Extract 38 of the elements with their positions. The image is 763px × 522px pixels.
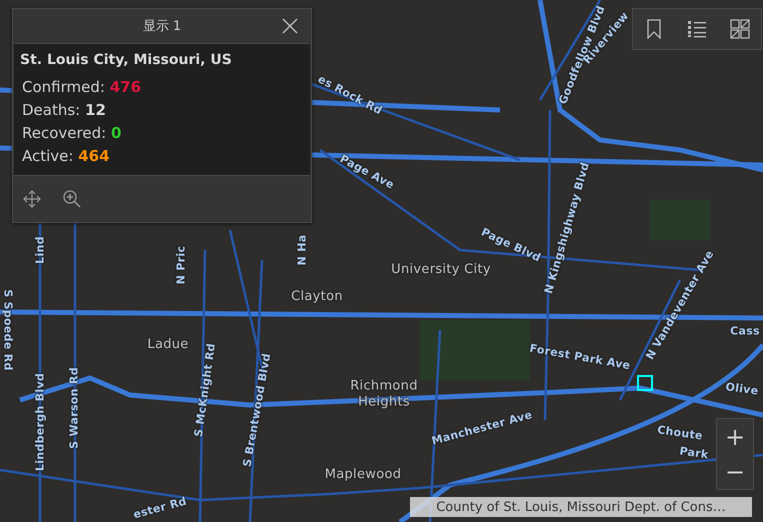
list-icon	[686, 19, 707, 39]
grid-icon	[730, 19, 750, 39]
move-icon	[23, 190, 41, 208]
street-label: Choute	[656, 423, 704, 443]
stat-line: Deaths: 12	[21, 101, 107, 119]
place-label: Maplewood	[324, 467, 402, 483]
street-label: S Spoede Rd	[1, 289, 15, 371]
zoom-in-button[interactable]: +	[717, 419, 753, 454]
legend-button[interactable]	[686, 19, 707, 39]
location-heading: St. Louis City, Missouri, US	[20, 52, 233, 68]
street-label: S Warson Rd	[67, 367, 81, 449]
stat-line: Recovered: 0	[21, 124, 122, 142]
street-label: Cass	[730, 324, 760, 338]
popup-title: 显示 1	[142, 18, 182, 35]
street-label: N Ha	[295, 234, 309, 266]
zoom-to-button[interactable]	[62, 189, 82, 209]
selection-marker-icon	[637, 375, 653, 391]
place-label: University City	[391, 262, 491, 278]
street-label: Lind	[33, 236, 47, 264]
zoom-in-icon	[62, 189, 82, 209]
place-label: Ladue	[147, 337, 189, 353]
street-label: Park	[678, 444, 710, 462]
close-icon	[281, 17, 299, 35]
street-label: Lindbergh Blvd	[33, 372, 47, 472]
attribution-text: County of St. Louis, Missouri Dept. of Cons…	[410, 497, 752, 517]
move-button[interactable]	[22, 189, 42, 209]
street-label: Olive	[724, 380, 760, 398]
zoom-out-button[interactable]: −	[717, 454, 753, 489]
street-label: ester Rd	[132, 494, 188, 522]
stat-line: Active: 464	[21, 147, 111, 165]
place-label: Clayton	[291, 289, 343, 305]
street-label: Forest Park Ave	[528, 342, 632, 372]
place-label: Richmond Heights	[349, 378, 419, 410]
street-label: S McKnight Rd	[192, 342, 218, 438]
street-label: N Pric	[174, 246, 188, 284]
basemap-button[interactable]	[730, 19, 750, 39]
bookmark-icon	[646, 19, 662, 39]
stat-line: Confirmed: 476	[21, 78, 142, 96]
